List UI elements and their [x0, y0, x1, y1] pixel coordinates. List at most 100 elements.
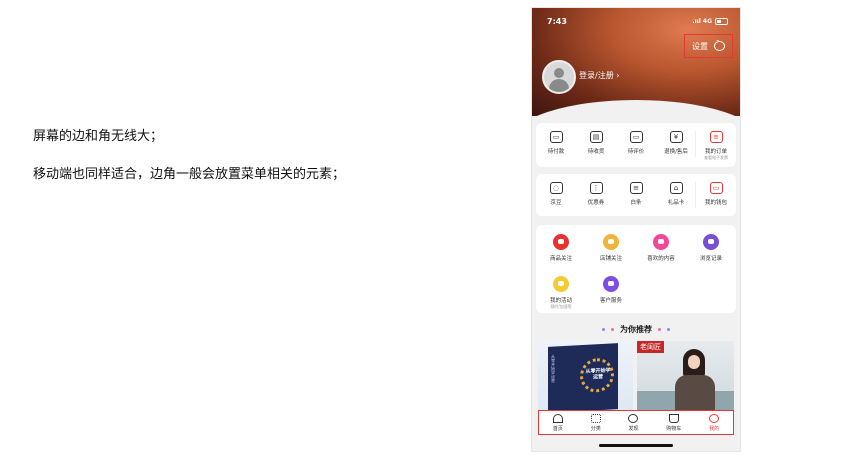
- service-item[interactable]: 我的活动 预约/加速等: [536, 276, 586, 310]
- service-item[interactable]: 浏览记录: [686, 234, 736, 262]
- services-card: 商品关注 店铺关注 喜欢的内容 浏览记录 我的活动 预约/加速等客户服务: [536, 225, 736, 313]
- menu-item-label: 我的钱包: [704, 200, 727, 206]
- tab-cart[interactable]: 购物车: [666, 413, 682, 432]
- service-item-label: 喜欢的内容: [647, 256, 675, 262]
- comment-icon: ▭: [629, 131, 643, 143]
- home-indicator[interactable]: [599, 444, 673, 447]
- avatar-head: [554, 68, 564, 78]
- settings-area[interactable]: 设置: [684, 34, 733, 58]
- tab-label: 分类: [590, 425, 601, 432]
- product-card-apparel[interactable]: 老闺匠: [637, 341, 734, 411]
- avatar[interactable]: [542, 60, 576, 94]
- menu-item[interactable]: ⋮ 优惠券: [576, 182, 616, 206]
- status-indicators: .ııl 4G: [692, 17, 728, 26]
- network-indicator: .ııl 4G: [692, 18, 712, 25]
- menu-item-label: 优惠券: [587, 200, 605, 206]
- tab-home[interactable]: 首页: [552, 413, 563, 432]
- tab-label: 我的: [709, 425, 720, 432]
- service-item[interactable]: 客户服务: [586, 276, 636, 310]
- service-item[interactable]: 店铺关注: [586, 234, 636, 262]
- menu-item[interactable]: ¥ 退换/售后: [656, 131, 696, 161]
- decor-dot: [666, 328, 670, 331]
- recommend-title: 为你推荐: [620, 325, 652, 334]
- note-line-1: 屏幕的边和角无线大；: [33, 129, 164, 144]
- tab-label: 首页: [552, 425, 563, 432]
- book-spine-text: 从零开始学运营: [551, 354, 556, 383]
- login-register-link[interactable]: 登录/注册 ›: [579, 70, 619, 81]
- service-item[interactable]: 商品关注: [536, 234, 586, 262]
- menu-item-label: 白条: [630, 200, 642, 206]
- menu-item-sublabel: 查看电子发票: [704, 155, 728, 160]
- cart-icon: [668, 413, 679, 423]
- store-follow-icon: [603, 234, 619, 250]
- heart-icon: [653, 234, 669, 250]
- product-follow-icon: [553, 234, 569, 250]
- service-item-label: 店铺关注: [599, 256, 622, 262]
- home-icon: [552, 413, 563, 423]
- menu-item-label: 我的订单: [704, 149, 727, 155]
- decor-dot: [657, 328, 661, 331]
- book-image: 从零开始学运营 从零开始学运营: [548, 343, 618, 411]
- box-icon: ▤: [589, 131, 603, 143]
- wallet-icon: ▭: [709, 182, 723, 194]
- avatar-body: [549, 79, 569, 92]
- menu-item[interactable]: ▭ 我的钱包: [696, 182, 736, 206]
- ious-icon: ≡: [629, 182, 643, 194]
- decor-dot: [611, 328, 615, 331]
- menu-item[interactable]: ◌ 京豆: [536, 182, 576, 206]
- tab-discover[interactable]: 发现: [628, 413, 639, 432]
- menu-item-label: 待付款: [547, 149, 565, 155]
- wallet-icon: ▭: [549, 131, 563, 143]
- orders-row: ▭ 待付款 ▤ 待收货 ▭ 待评价 ¥ 退换/售后 ≡ 我的订单 查看电子发票: [536, 131, 736, 161]
- model-face: [688, 355, 700, 369]
- status-time: 7:43: [547, 17, 567, 26]
- category-icon: [590, 413, 601, 423]
- service-item-label: 商品关注: [549, 256, 572, 262]
- tab-label: 发现: [628, 425, 639, 432]
- menu-item-label: 退换/售后: [664, 149, 688, 155]
- book-title: 从零开始学运营: [585, 367, 611, 381]
- model-image: [675, 349, 715, 411]
- service-item-label: 我的活动: [549, 298, 572, 304]
- service-item[interactable]: 喜欢的内容: [636, 234, 686, 262]
- message-icon[interactable]: [714, 38, 725, 51]
- menu-item[interactable]: ▤ 待收货: [576, 131, 616, 161]
- menu-item[interactable]: ≡ 我的订单 查看电子发票: [696, 131, 736, 161]
- menu-item-label: 京豆: [550, 200, 562, 206]
- discover-icon: [628, 413, 639, 423]
- menu-item[interactable]: ≡ 白条: [616, 182, 656, 206]
- service-item-label: 客户服务: [599, 298, 622, 304]
- service-icon: [603, 276, 619, 292]
- services-row-2: 我的活动 预约/加速等客户服务: [536, 276, 736, 310]
- note-line-2: 移动端也同样适合，边角一般会放置菜单相关的元素；: [33, 167, 346, 182]
- phone-screenshot: 7:43 .ııl 4G 设置 登录/注册 › ▭ 待付款 ▤ 待收货 ▭ 待评价 ¥ 退换/…: [531, 7, 741, 452]
- menu-item-label: 礼品卡: [667, 200, 685, 206]
- recommend-heading: 为你推荐: [532, 324, 740, 335]
- activity-icon: [553, 276, 569, 292]
- services-row-1: 商品关注 店铺关注 喜欢的内容 浏览记录: [536, 234, 736, 262]
- service-item-label: 浏览记录: [699, 256, 722, 262]
- menu-item[interactable]: ▭ 待付款: [536, 131, 576, 161]
- brand-logo: 老闺匠: [637, 341, 664, 353]
- settings-label[interactable]: 设置: [692, 41, 708, 52]
- assets-row: ◌ 京豆 ⋮ 优惠券 ≡ 白条 ⌂ 礼品卡 ▭ 我的钱包: [536, 182, 736, 206]
- menu-item-label: 待评价: [627, 149, 645, 155]
- product-card-book[interactable]: 从零开始学运营 从零开始学运营: [538, 341, 633, 411]
- battery-icon: [715, 18, 728, 25]
- profile-icon: [709, 413, 720, 423]
- tab-label: 购物车: [666, 425, 682, 432]
- tab-category[interactable]: 分类: [590, 413, 601, 432]
- order-icon: ≡: [709, 131, 723, 143]
- orders-divider: [695, 131, 696, 157]
- refund-icon: ¥: [669, 131, 683, 143]
- history-icon: [703, 234, 719, 250]
- orders-card: ▭ 待付款 ▤ 待收货 ▭ 待评价 ¥ 退换/售后 ≡ 我的订单 查看电子发票: [536, 123, 736, 167]
- bottom-tab-bar: 首页 分类 发现 购物车 我的: [538, 410, 734, 435]
- model-coat: [675, 375, 715, 411]
- gift-icon: ⌂: [669, 182, 683, 194]
- decor-dot: [602, 328, 606, 331]
- status-bar: 7:43 .ııl 4G: [547, 17, 728, 26]
- tab-profile[interactable]: 我的: [709, 413, 720, 432]
- menu-item[interactable]: ▭ 待评价: [616, 131, 656, 161]
- menu-item[interactable]: ⌂ 礼品卡: [656, 182, 696, 206]
